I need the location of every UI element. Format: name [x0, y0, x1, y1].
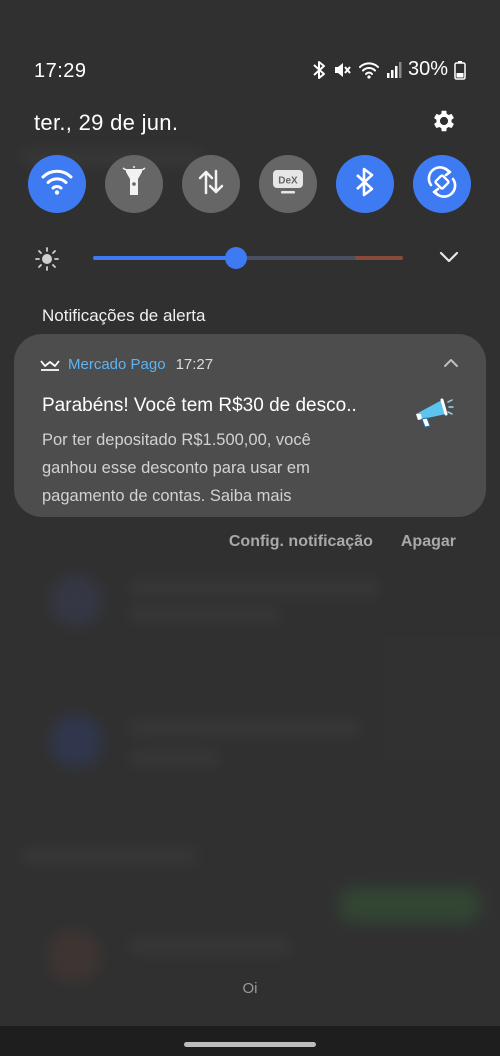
sun-icon [34, 246, 60, 272]
brightness-thumb[interactable] [224, 247, 247, 269]
auto-rotate-toggle[interactable] [413, 155, 471, 213]
wifi-icon [40, 167, 74, 202]
notification-title: Parabéns! Você tem R$30 de desco.. [42, 395, 357, 416]
chevron-down-icon[interactable] [438, 248, 460, 266]
wifi-icon [358, 61, 380, 79]
bluetooth-toggle[interactable] [336, 155, 394, 213]
svg-text:DeX: DeX [278, 175, 298, 186]
notification-actions: Config. notificação Apagar [229, 533, 456, 551]
battery-text: 30% [407, 58, 448, 80]
brightness-slider[interactable] [93, 247, 403, 269]
clear-button[interactable]: Apagar [401, 533, 456, 551]
navigation-bar [0, 1026, 500, 1056]
megaphone-icon [410, 394, 454, 432]
battery-icon [454, 60, 466, 80]
mobile-data-toggle[interactable] [182, 155, 240, 213]
brightness-extra-range [355, 256, 403, 260]
notification-settings-button[interactable]: Config. notificação [229, 533, 373, 551]
bottom-label: Oi [242, 980, 258, 997]
bluetooth-icon [354, 166, 376, 203]
chevron-up-icon[interactable] [442, 356, 460, 370]
notification-header: Mercado Pago 17:27 [40, 356, 213, 373]
section-title: Notificações de alerta [42, 306, 206, 325]
status-time: 17:29 [34, 60, 87, 82]
mute-icon [332, 60, 352, 80]
dex-icon: DeX [271, 167, 305, 202]
notification-panel: 17:29 30% ter., 29 de jun. DeX Notificaç… [0, 0, 500, 1056]
dex-toggle[interactable]: DeX [259, 155, 317, 213]
notification-card[interactable]: Mercado Pago 17:27 Parabéns! Você tem R$… [14, 334, 486, 517]
mercado-pago-icon [40, 358, 60, 372]
notification-time: 17:27 [175, 356, 214, 373]
gear-icon[interactable] [430, 107, 458, 135]
bluetooth-icon [312, 60, 326, 80]
date-label: ter., 29 de jun. [34, 110, 179, 135]
flashlight-icon [121, 165, 147, 203]
flashlight-toggle[interactable] [105, 155, 163, 213]
status-icons: 30% [312, 58, 466, 81]
wifi-toggle[interactable] [28, 155, 86, 213]
app-name: Mercado Pago [68, 356, 166, 373]
home-handle[interactable] [184, 1042, 316, 1047]
signal-icon [386, 61, 402, 79]
auto-rotate-icon [425, 165, 459, 204]
quick-settings-row: DeX [28, 155, 471, 213]
brightness-fill [93, 256, 236, 260]
notification-body: Por ter depositado R$1.500,00, você ganh… [42, 431, 311, 505]
mobile-data-icon [196, 167, 226, 202]
